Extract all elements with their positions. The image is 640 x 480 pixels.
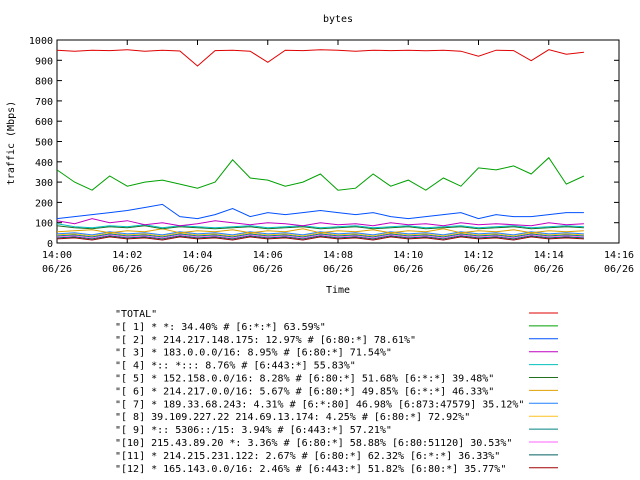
x-tick-label-date: 06/26: [323, 264, 353, 275]
y-tick-label: 700: [35, 97, 53, 108]
y-axis: 0 100 200 300 400 500 600 700 800 900 1000: [29, 36, 619, 250]
x-tick-label-date: 06/26: [42, 264, 72, 275]
y-tick-label: 500: [35, 138, 53, 149]
legend-label-12: "[12] * 165.143.0.0/16: 2.46% # [6:443:*…: [115, 464, 506, 475]
series-lines: [56, 49, 585, 241]
legend-label-6: "[ 6] * 214.217.0.0/16: 5.67% # [6:80:*]…: [115, 386, 494, 397]
x-tick-label-time: 14:06: [253, 250, 283, 261]
y-tick-label: 200: [35, 198, 53, 209]
y-tick-label: 600: [35, 117, 53, 128]
traffic-chart: bytes traffic (Mbps) Time 0 100 200 300 400 5…: [6, 14, 634, 475]
legend-label-10: "[10] 215.43.89.20 *: 3.36% # [6:80:*] 5…: [115, 438, 512, 449]
x-tick-label-date: 06/26: [182, 264, 212, 275]
x-axis: 14:00 06/26 14:02 06/26 14:04 06/26 14:06 06/26…: [42, 40, 634, 275]
series-line-0: [56, 49, 584, 67]
x-tick-label-time: 14:10: [393, 250, 423, 261]
x-tick-label-time: 14:04: [182, 250, 212, 261]
series-line-2: [56, 203, 584, 220]
legend-label-1: "[ 1] * *: 34.40% # [6:*:*] 63.59%": [115, 322, 326, 333]
series-line-1: [56, 156, 585, 191]
y-axis-label: traffic (Mbps): [6, 101, 17, 185]
y-tick-label: 300: [35, 178, 53, 189]
y-tick-label: 100: [35, 219, 53, 230]
x-tick-label-time: 14:00: [42, 250, 72, 261]
chart-root: bytes traffic (Mbps) Time 0 100 200 300 400 5…: [0, 0, 640, 480]
legend-label-3: "[ 3] * 183.0.0.0/16: 8.95% # [6:80:*] 7…: [115, 348, 392, 359]
legend-label-11: "[11] * 214.215.231.122: 2.67% # [6:80:*…: [115, 451, 500, 462]
series-line-3: [56, 218, 584, 227]
x-tick-label-date: 06/26: [112, 264, 142, 275]
x-tick-label-date: 06/26: [534, 264, 564, 275]
legend-label-5: "[ 5] * 152.158.0.0/16: 8.28% # [6:80:*]…: [115, 374, 494, 385]
legend-label-4: "[ 4] *:: *::: 8.76% # [6:443:*] 55.83%": [115, 361, 356, 372]
x-tick-label-date: 06/26: [604, 264, 634, 275]
x-tick-label-time: 14:02: [112, 250, 142, 261]
legend: "TOTAL" "[ 1] * *: 34.40% # [6:*:*] 63.59…: [115, 309, 558, 475]
x-tick-label-time: 14:08: [323, 250, 353, 261]
y-tick-label: 400: [35, 158, 53, 169]
x-tick-label-time: 14:14: [534, 250, 564, 261]
x-tick-label-date: 06/26: [253, 264, 283, 275]
legend-label-8: "[ 8] 39.109.227.22 214.69.13.174: 4.25%…: [115, 412, 470, 423]
x-tick-label-date: 06/26: [393, 264, 423, 275]
x-axis-label: Time: [326, 285, 350, 296]
chart-title: bytes: [323, 14, 353, 25]
y-tick-label: 0: [47, 239, 53, 250]
legend-label-0: "TOTAL": [115, 309, 157, 320]
legend-label-9: "[ 9] *:: 5306::/15: 3.94% # [6:443:*] 5…: [115, 425, 392, 436]
legend-label-7: "[ 7] * 189.33.68.243: 4.31% # [6:*:80] …: [115, 399, 524, 410]
legend-label-2: "[ 2] * 214.217.148.175: 12.97% # [6:80:…: [115, 335, 416, 346]
y-tick-label: 900: [35, 56, 53, 67]
x-tick-label-time: 14:12: [463, 250, 493, 261]
y-tick-label: 800: [35, 77, 53, 88]
x-tick-label-date: 06/26: [463, 264, 493, 275]
x-tick-label-time: 14:16: [604, 250, 634, 261]
y-tick-label: 1000: [29, 36, 53, 47]
